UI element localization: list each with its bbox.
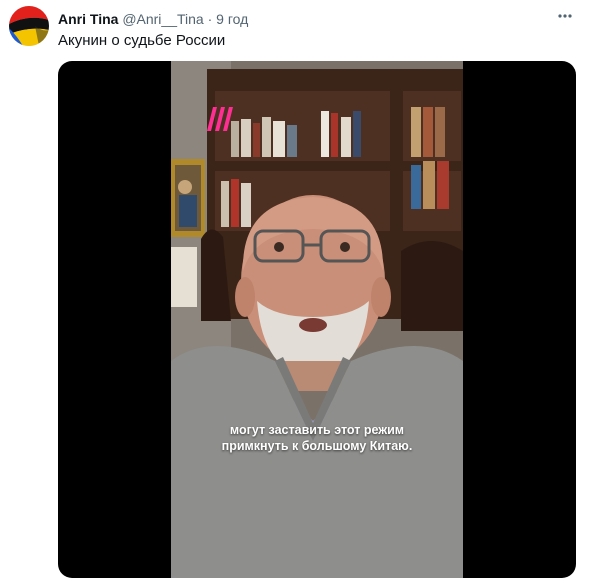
author-handle[interactable]: @Anri__Tina bbox=[122, 11, 203, 27]
separator-dot: · bbox=[207, 11, 213, 27]
video-scene-image bbox=[171, 61, 463, 578]
video-subtitle-line-1: могут заставить этот режим bbox=[229, 423, 405, 437]
avatar-image bbox=[9, 6, 49, 46]
video-player[interactable]: могут заставить этот режим примкнуть к б… bbox=[58, 61, 576, 578]
tweet-time[interactable]: 9 год bbox=[216, 11, 248, 27]
author-name[interactable]: Anri Tina bbox=[58, 11, 118, 27]
tweet-header: Anri Tina @Anri__Tina · 9 год bbox=[58, 10, 578, 28]
avatar[interactable] bbox=[9, 6, 49, 46]
more-dots-icon[interactable] bbox=[555, 8, 575, 26]
dozhd-logo-icon bbox=[207, 107, 233, 131]
video-frame[interactable]: могут заставить этот режим примкнуть к б… bbox=[171, 61, 463, 578]
video-subtitle-line-2: примкнуть к большому Китаю. bbox=[221, 439, 413, 453]
tweet-text: Акунин о судьбе России bbox=[58, 32, 226, 49]
